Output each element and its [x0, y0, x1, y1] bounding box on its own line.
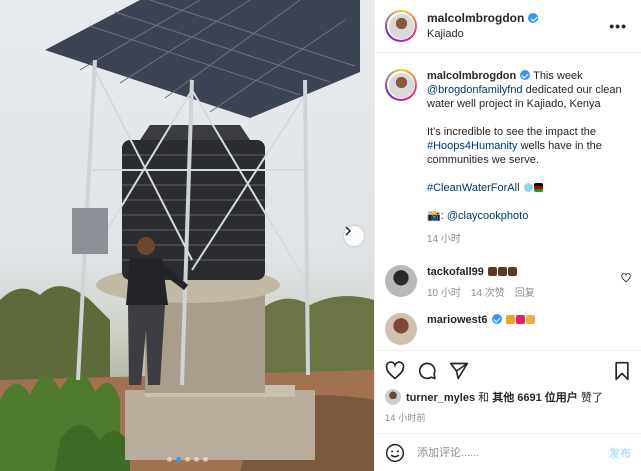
caption-text: This week — [533, 70, 583, 82]
fire-emoji-icon — [505, 315, 515, 324]
fist-emoji-icon — [497, 267, 507, 276]
commenter-avatar[interactable] — [385, 313, 417, 345]
camera-emoji-icon: 📸: — [427, 210, 444, 222]
droplet-emoji-icon — [523, 183, 533, 192]
post-photo[interactable] — [0, 0, 374, 471]
likes-suffix: 赞了 — [580, 392, 603, 404]
comment-time: 10 小时 — [427, 288, 461, 299]
likes-summary: turner_myles 和 其他 6691 位用户 赞了 — [385, 389, 631, 405]
verified-badge-icon — [528, 13, 539, 23]
post-timestamp: 14 小时前 — [385, 413, 426, 423]
raised-hands-emoji-icon — [525, 315, 535, 324]
water-tower-scene — [0, 0, 374, 471]
send-icon — [449, 362, 469, 380]
post-location[interactable]: Kajiado — [427, 26, 538, 42]
comment-input[interactable] — [417, 446, 609, 459]
hashtag-link[interactable]: #CleanWaterForAll — [427, 182, 520, 194]
post-sidebar: malcolmbrogdon Kajiado ••• malcolmbrogdo… — [374, 0, 641, 471]
comment-icon — [418, 362, 436, 380]
fist-emoji-icon — [487, 267, 497, 276]
likes-connector: 和 — [478, 392, 490, 404]
slide-dot — [184, 457, 190, 462]
caption-username[interactable]: malcolmbrogdon — [427, 70, 516, 82]
share-button[interactable] — [449, 361, 469, 381]
author-avatar[interactable] — [385, 10, 417, 42]
liker-avatar[interactable] — [385, 389, 401, 405]
slide-indicator — [0, 457, 374, 462]
chevron-right-icon — [345, 226, 352, 236]
post-caption: malcolmbrogdon This week @brogdonfamilyf… — [385, 54, 631, 247]
next-slide-button[interactable] — [344, 226, 364, 246]
post-comment-button[interactable]: 发布 — [609, 445, 631, 461]
heart-icon[interactable] — [621, 273, 631, 283]
more-options-button[interactable]: ••• — [605, 14, 631, 38]
add-comment-bar: 发布 — [375, 433, 641, 471]
mention-link[interactable]: @claycookphoto — [447, 210, 529, 222]
action-bar: turner_myles 和 其他 6691 位用户 赞了 14 小时前 — [375, 350, 641, 424]
caption-timestamp: 14 小时 — [427, 234, 461, 245]
comment-username[interactable]: tackofall99 — [427, 266, 484, 278]
like-button[interactable] — [385, 361, 405, 381]
fist-emoji-icon — [507, 267, 517, 276]
slide-dot — [193, 457, 199, 462]
reply-button[interactable]: 回复 — [515, 286, 535, 301]
kenya-flag-emoji-icon — [533, 183, 543, 192]
mention-link[interactable]: @brogdonfamilyfnd — [427, 84, 523, 96]
heart-icon — [385, 361, 405, 380]
comment-button[interactable] — [417, 361, 437, 381]
author-username[interactable]: malcolmbrogdon — [427, 11, 524, 25]
slide-dot — [166, 457, 172, 462]
likes-count-link[interactable]: 其他 6691 位用户 — [492, 392, 578, 404]
bookmark-icon — [615, 361, 629, 381]
slide-dot — [202, 457, 208, 462]
emoji-picker-button[interactable] — [385, 443, 405, 463]
verified-badge-icon — [520, 70, 531, 80]
slide-dot-active — [175, 457, 181, 462]
heart-emoji-icon — [515, 315, 525, 324]
comment-item: tackofall99 10 小时 14 次赞 回复 — [385, 265, 631, 301]
post-header: malcolmbrogdon Kajiado ••• — [375, 0, 641, 53]
smiley-icon — [385, 443, 405, 462]
caption-avatar[interactable] — [385, 69, 417, 101]
commenter-avatar[interactable] — [385, 265, 417, 297]
save-button[interactable] — [613, 361, 631, 381]
caption-text: It's incredible to see the impact the — [427, 126, 597, 138]
comment-item: mariowest6 — [385, 313, 631, 345]
comments-panel[interactable]: malcolmbrogdon This week @brogdonfamilyf… — [375, 54, 641, 350]
comment-username[interactable]: mariowest6 — [427, 314, 488, 326]
liker-username[interactable]: turner_myles — [406, 392, 475, 404]
verified-badge-icon — [491, 314, 502, 324]
comment-likes[interactable]: 14 次赞 — [471, 286, 505, 301]
hashtag-link[interactable]: #Hoops4Humanity — [427, 140, 518, 152]
